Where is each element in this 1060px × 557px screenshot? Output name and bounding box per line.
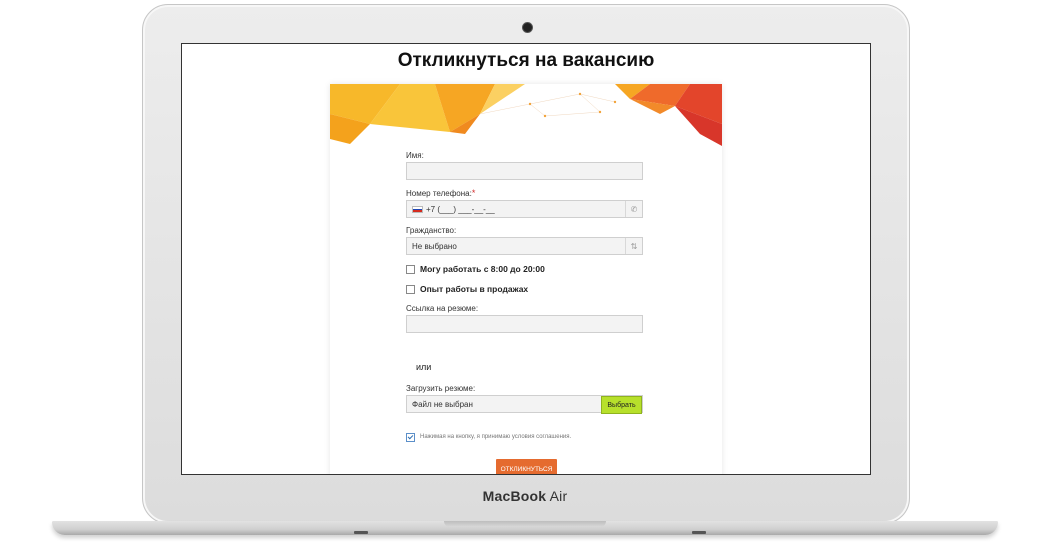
phone-input[interactable]: +7 (___) ___-__-__ ✆ [406, 200, 643, 218]
work-hours-label: Могу работать с 8:00 до 20:00 [420, 264, 545, 274]
agreement-text: Нажимая на кнопку, я принимаю условия со… [420, 434, 572, 440]
laptop-brand: MacBook Air [142, 488, 908, 504]
brand-bold: MacBook [482, 488, 547, 504]
agreement-checkbox-row[interactable]: Нажимая на кнопку, я принимаю условия со… [406, 431, 571, 443]
upload-label: Загрузить резюме: [406, 384, 476, 393]
work-hours-checkbox-row[interactable]: Могу работать с 8:00 до 20:00 [406, 263, 545, 275]
agreement-checkbox[interactable] [406, 432, 415, 442]
resume-link-input[interactable] [406, 315, 643, 333]
citizenship-value: Не выбрано [412, 242, 457, 251]
citizenship-select[interactable]: Не выбрано ⇅ [406, 237, 643, 255]
updown-arrows-icon: ⇅ [625, 238, 642, 254]
sales-experience-checkbox[interactable] [406, 284, 415, 294]
name-label: Имя: [406, 151, 424, 160]
or-separator: или [416, 362, 432, 372]
citizenship-label: Гражданство: [406, 226, 457, 235]
sales-experience-checkbox-row[interactable]: Опыт работы в продажах [406, 283, 528, 295]
page-title: Откликнуться на вакансию [397, 50, 655, 71]
upload-field[interactable]: Файл не выбран Выбрать [406, 395, 643, 414]
laptop-screen: Откликнуться на вакансию Имя: Номер теле… [181, 43, 871, 475]
submit-button[interactable]: ОТКЛИКНУТЬСЯ [496, 459, 557, 474]
phone-value: +7 (___) ___-__-__ [426, 205, 495, 214]
laptop-foot-right [692, 531, 706, 534]
camera-icon [522, 22, 533, 33]
banner-graphic [330, 84, 722, 146]
choose-file-button[interactable]: Выбрать [601, 396, 642, 414]
phone-label-text: Номер телефона: [406, 189, 472, 198]
phone-icon: ✆ [625, 201, 642, 217]
phone-label: Номер телефона:* [406, 188, 475, 198]
laptop-notch [444, 521, 606, 527]
brand-light: Air [546, 488, 568, 504]
sales-experience-label: Опыт работы в продажах [420, 284, 529, 294]
russia-flag-icon [412, 206, 423, 213]
name-input[interactable] [406, 162, 643, 180]
resume-link-label: Ссылка на резюме: [406, 304, 479, 313]
required-marker: * [471, 188, 476, 198]
laptop-foot-left [354, 531, 368, 534]
work-hours-checkbox[interactable] [406, 264, 415, 274]
application-form-card: Имя: Номер телефона:* +7 (___) ___-__-__… [330, 84, 722, 474]
upload-value: Файл не выбран [412, 400, 473, 409]
